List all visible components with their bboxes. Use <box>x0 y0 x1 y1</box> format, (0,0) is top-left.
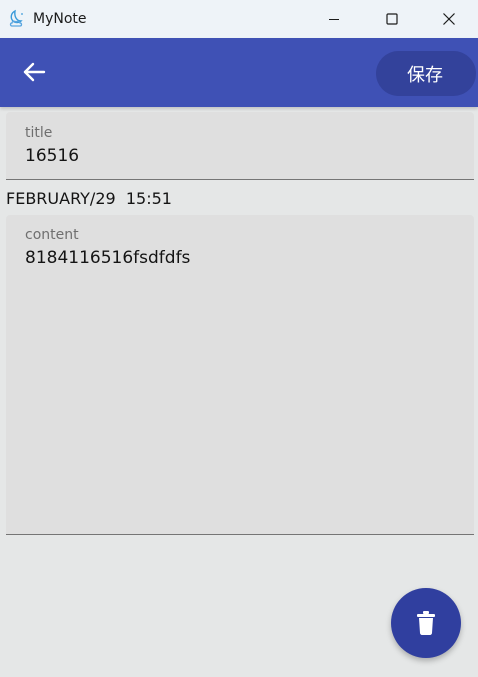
close-button[interactable] <box>420 0 478 38</box>
moon-cloud-icon <box>7 8 29 30</box>
close-icon <box>443 13 455 25</box>
content-field-value[interactable]: 8184116516fsdfdfs <box>25 248 190 268</box>
content-field[interactable]: content 8184116516fsdfdfs <box>6 215 474 535</box>
window-title: MyNote <box>33 11 87 27</box>
app-bar: 保存 <box>0 38 478 107</box>
note-date: FEBRUARY/29 15:51 <box>6 189 172 208</box>
save-button[interactable]: 保存 <box>376 51 476 96</box>
minimize-icon <box>329 19 339 20</box>
delete-button[interactable] <box>391 588 461 658</box>
title-field-label: title <box>25 125 53 141</box>
arrow-left-icon <box>23 62 46 82</box>
maximize-button[interactable] <box>363 0 421 38</box>
content-field-label: content <box>25 227 79 243</box>
trash-icon <box>417 611 435 635</box>
back-button[interactable] <box>18 58 50 86</box>
title-field-value[interactable]: 16516 <box>25 146 79 166</box>
title-field[interactable]: title 16516 <box>6 112 474 180</box>
window-titlebar: MyNote <box>0 0 478 38</box>
maximize-icon <box>386 13 398 25</box>
minimize-button[interactable] <box>305 0 363 38</box>
